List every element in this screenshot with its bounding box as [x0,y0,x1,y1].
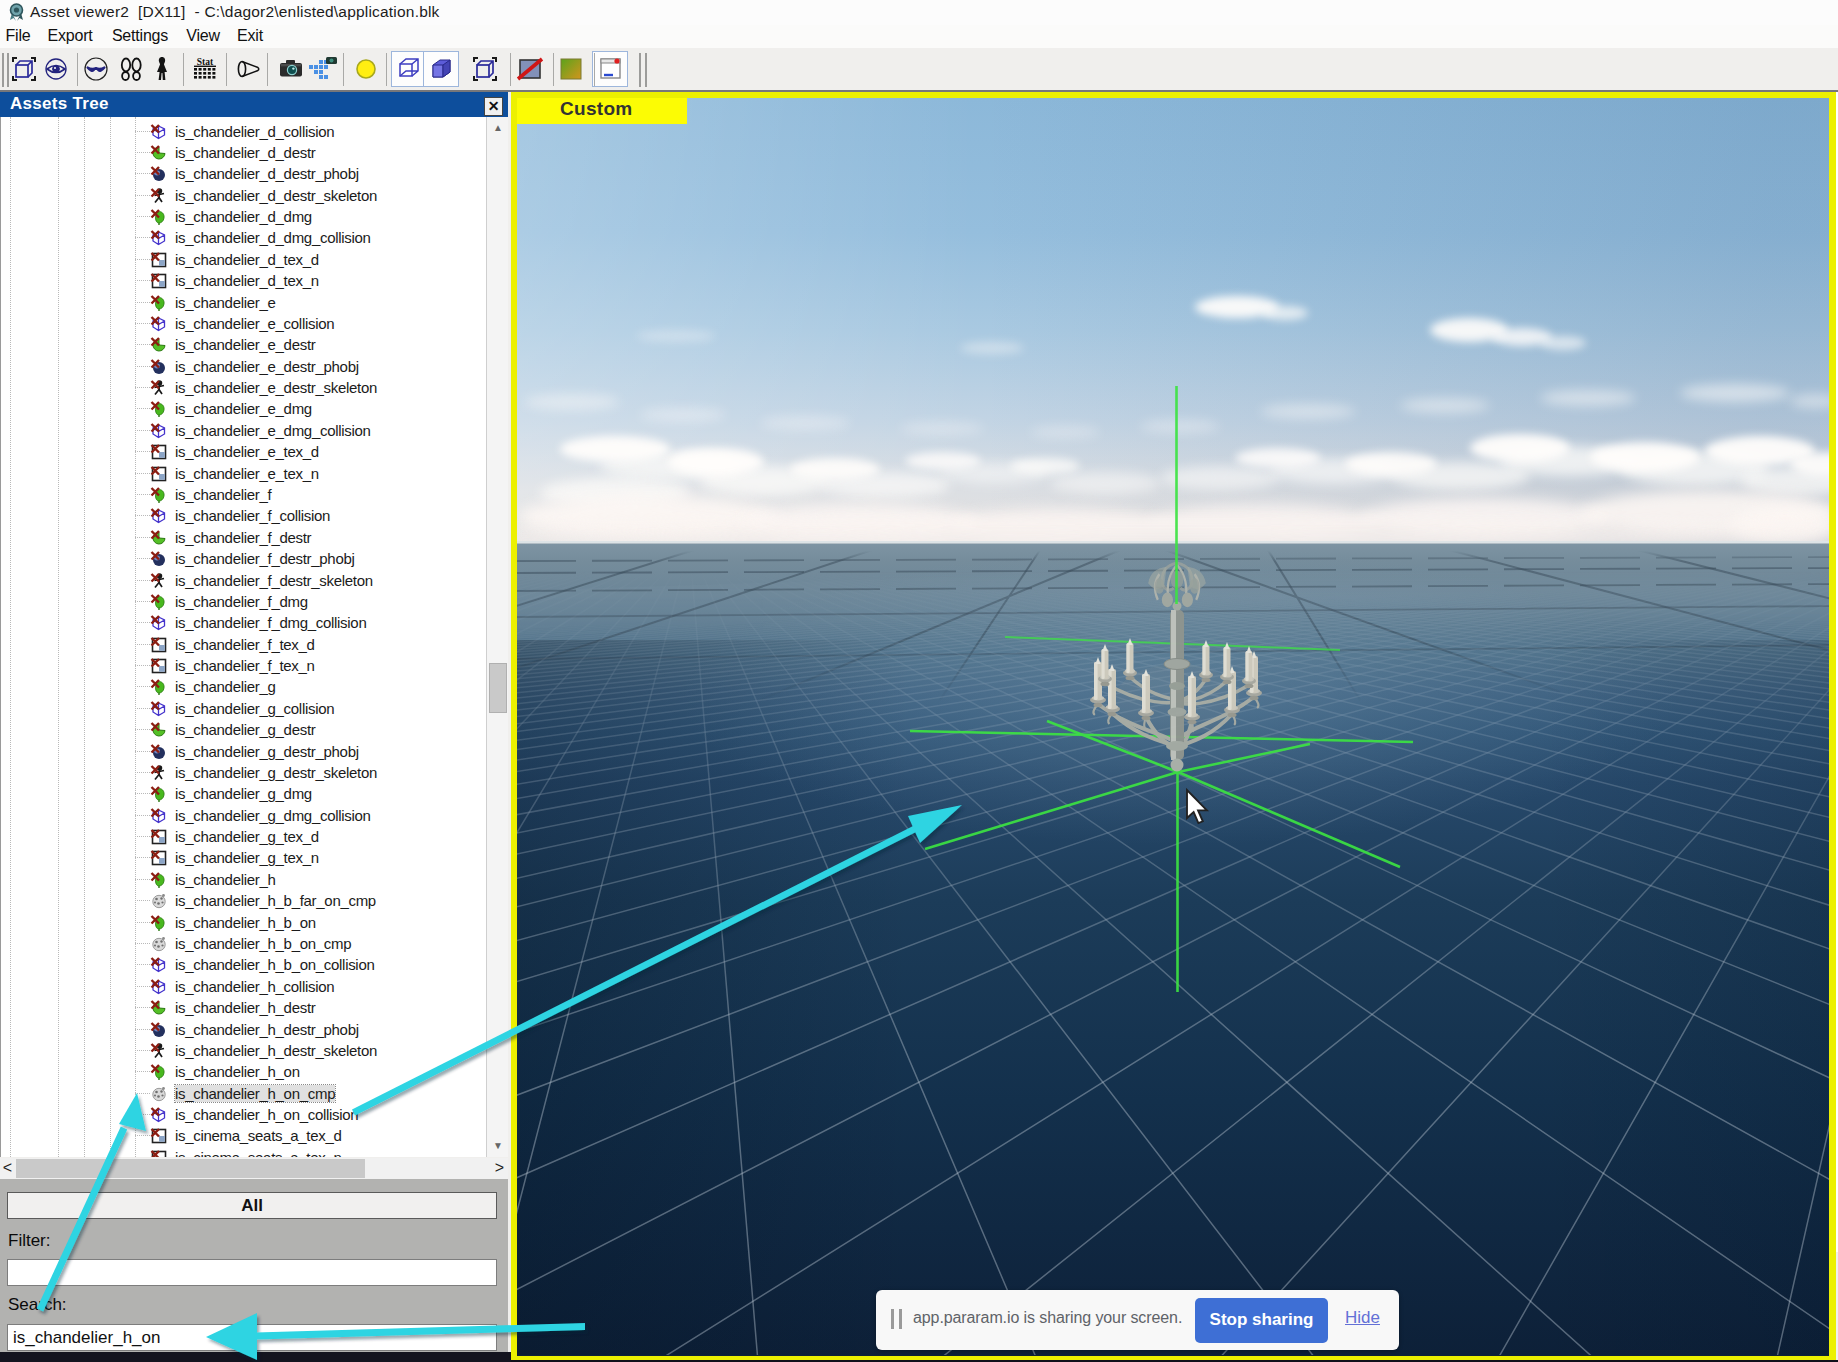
svg-text:Stat: Stat [197,57,214,67]
